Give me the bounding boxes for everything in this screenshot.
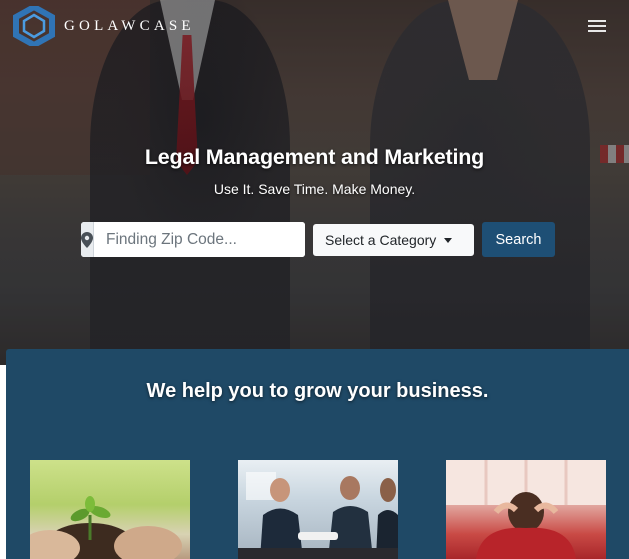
category-dropdown[interactable]: Select a Category bbox=[313, 224, 474, 256]
hero-subtitle: Use It. Save Time. Make Money. bbox=[213, 181, 416, 197]
brand-name[interactable]: GOLAWCASE bbox=[64, 18, 195, 35]
hero-title: Legal Management and Marketing bbox=[144, 145, 485, 169]
zip-code-input[interactable] bbox=[94, 222, 305, 257]
service-card-relaxing-image[interactable] bbox=[446, 460, 606, 559]
map-marker-icon bbox=[81, 222, 94, 257]
services-title: We help you to grow your business. bbox=[146, 380, 489, 402]
category-dropdown-label: Select a Category bbox=[325, 232, 437, 248]
services-section: We help you to grow your business. bbox=[6, 349, 629, 559]
hexagon-logo-icon[interactable] bbox=[12, 3, 56, 49]
search-button[interactable]: Search bbox=[482, 222, 555, 257]
zip-search-group bbox=[81, 222, 305, 257]
caret-down-icon bbox=[444, 237, 453, 243]
service-card-plant-image[interactable] bbox=[30, 460, 190, 559]
service-card-handshake-image[interactable] bbox=[238, 460, 398, 559]
hamburger-menu-icon[interactable] bbox=[584, 16, 610, 36]
